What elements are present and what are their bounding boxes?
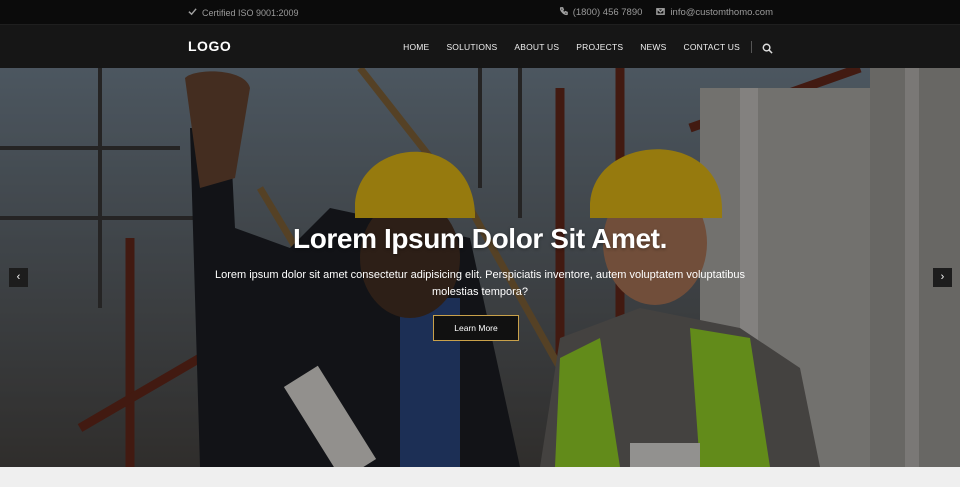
nav-about-us[interactable]: ABOUT US xyxy=(514,42,559,52)
check-icon xyxy=(188,7,197,18)
nav-news[interactable]: NEWS xyxy=(640,42,666,52)
email-text: info@customthomo.com xyxy=(670,7,773,18)
chevron-right-icon: › xyxy=(940,271,945,283)
learn-more-button[interactable]: Learn More xyxy=(433,315,519,341)
slider-prev-button[interactable]: ‹ xyxy=(9,268,28,287)
phone-contact[interactable]: (1800) 456 7890 xyxy=(559,6,643,19)
hero-title: Lorem Ipsum Dolor Sit Amet. xyxy=(293,223,667,254)
phone-text: (1800) 456 7890 xyxy=(572,7,643,18)
hero-slider: Lorem Ipsum Dolor Sit Amet. Lorem ipsum … xyxy=(0,68,960,467)
certification-text: Certified ISO 9001:2009 xyxy=(202,7,299,18)
logo[interactable]: LOGO xyxy=(188,25,231,68)
search-icon[interactable] xyxy=(762,41,773,54)
certification: Certified ISO 9001:2009 xyxy=(188,0,299,25)
nav-divider xyxy=(751,41,752,53)
nav-home[interactable]: HOME xyxy=(403,42,429,52)
hero-subtitle: Lorem ipsum dolor sit amet consectetur a… xyxy=(214,269,746,298)
chevron-left-icon: ‹ xyxy=(16,271,21,283)
main-navbar: LOGO HOME SOLUTIONS ABOUT US PROJECTS NE… xyxy=(0,25,960,68)
next-section-band xyxy=(0,467,960,487)
nav-projects[interactable]: PROJECTS xyxy=(576,42,623,52)
top-info-bar: Certified ISO 9001:2009 (1800) 456 7890 … xyxy=(0,0,960,25)
mail-icon xyxy=(656,7,666,19)
nav-contact-us[interactable]: CONTACT US xyxy=(684,42,740,52)
main-menu: HOME SOLUTIONS ABOUT US PROJECTS NEWS CO… xyxy=(403,25,740,68)
email-contact[interactable]: info@customthomo.com xyxy=(656,7,773,19)
phone-icon xyxy=(559,6,568,19)
slider-next-button[interactable]: › xyxy=(933,268,952,287)
nav-solutions[interactable]: SOLUTIONS xyxy=(446,42,497,52)
